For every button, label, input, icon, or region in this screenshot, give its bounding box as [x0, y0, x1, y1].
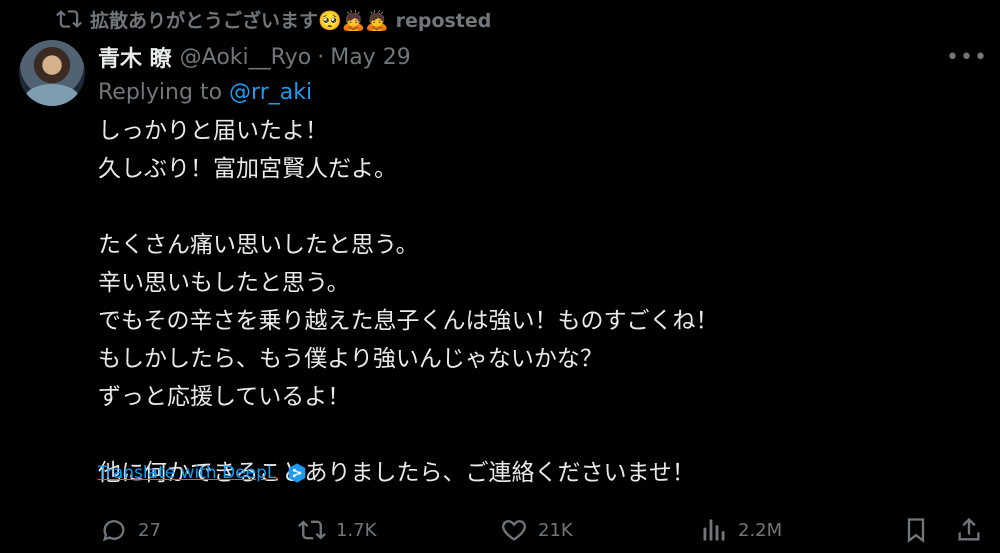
reply-mention-link[interactable]: @rr_aki — [229, 80, 312, 105]
share-icon — [958, 517, 980, 541]
repost-count: 1.7K — [336, 519, 377, 541]
tweet-line: でもその辛さを乗り越えた息子くんは強い！ものすごくね！ — [98, 308, 719, 334]
views-icon — [703, 519, 725, 541]
action-bar: 27 1.7K 21K 2.2M — [0, 510, 1000, 550]
reply-icon — [102, 520, 125, 542]
repost-context[interactable]: 拡散ありがとうございます🥺🙇🙇 reposted — [56, 4, 491, 34]
tweet-line: 久しぶり！富加宮賢人だよ。 — [98, 156, 397, 182]
tweet-text: しっかりと届いたよ！ 久しぶり！富加宮賢人だよ。 たくさん痛い思いしたと思う。 … — [98, 112, 958, 492]
repost-icon — [298, 520, 326, 540]
tweet-line: たくさん痛い思いしたと思う。 — [98, 232, 419, 258]
views-count: 2.2M — [738, 519, 783, 541]
author-name[interactable]: 青木 瞭 — [98, 41, 172, 73]
author-handle[interactable]: @Aoki__Ryo — [180, 45, 312, 70]
tweet-line: 辛い思いもしたと思う。 — [98, 270, 350, 296]
separator-dot: · — [317, 44, 325, 70]
tweet-line: しっかりと届いたよ！ — [98, 118, 328, 144]
repost-button[interactable]: 1.7K — [298, 510, 376, 550]
tweet-line — [98, 416, 958, 454]
bookmark-icon — [907, 518, 925, 543]
heart-icon — [502, 520, 526, 541]
tweet-line: もしかしたら、もう僕より強いんじゃないかな？ — [98, 346, 603, 372]
tweet-header: 青木 瞭 @Aoki__Ryo · May 29 — [98, 40, 411, 74]
avatar[interactable] — [19, 40, 85, 106]
repost-icon — [56, 10, 82, 28]
more-options-icon[interactable]: ••• — [946, 42, 987, 72]
replying-to: Replying to @rr_aki — [98, 80, 312, 105]
deepl-icon — [289, 463, 306, 483]
like-count: 21K — [538, 519, 573, 541]
replying-prefix: Replying to — [98, 80, 223, 105]
tweet-date[interactable]: May 29 — [330, 45, 410, 70]
translate-link[interactable]: Translate with DeepL — [98, 462, 308, 484]
reply-button[interactable]: 27 — [100, 510, 161, 550]
share-button[interactable] — [955, 510, 983, 550]
tweet-line — [98, 188, 958, 226]
repost-label: 拡散ありがとうございます🥺🙇🙇 reposted — [90, 9, 492, 32]
bookmark-button[interactable] — [902, 510, 930, 550]
translate-label: Translate with DeepL — [98, 463, 277, 483]
views-button[interactable]: 2.2M — [700, 510, 782, 550]
tweet-line: ずっと応援しているよ！ — [98, 384, 351, 410]
like-button[interactable]: 21K — [500, 510, 573, 550]
reply-count: 27 — [138, 519, 161, 541]
